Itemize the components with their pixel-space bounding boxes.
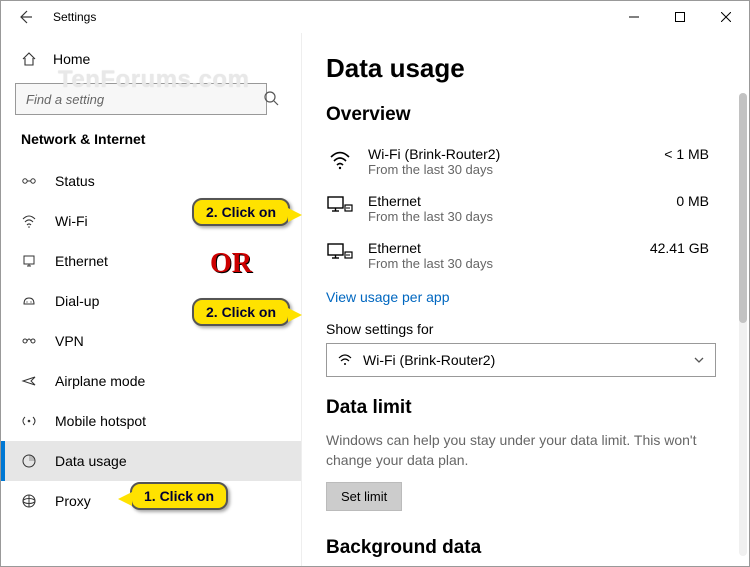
- status-icon: [21, 173, 37, 189]
- overview-name: Ethernet: [368, 193, 662, 209]
- overview-sub: From the last 30 days: [368, 256, 636, 271]
- ethernet-icon: [326, 193, 354, 221]
- maximize-button[interactable]: [657, 1, 703, 33]
- wifi-icon: [21, 213, 37, 229]
- set-limit-button[interactable]: Set limit: [326, 482, 402, 511]
- data-limit-desc: Windows can help you stay under your dat…: [326, 431, 706, 470]
- annotation-step2a: 2. Click on: [192, 198, 290, 226]
- settings-window: Settings Home Network & Internet Status: [0, 0, 750, 567]
- wifi-icon: [326, 146, 354, 174]
- window-title: Settings: [53, 10, 96, 24]
- show-settings-select[interactable]: Wi-Fi (Brink-Router2): [326, 343, 716, 377]
- overview-name: Ethernet: [368, 240, 636, 256]
- annotation-step1: 1. Click on: [130, 482, 228, 510]
- overview-heading: Overview: [326, 104, 725, 126]
- nav-label: VPN: [55, 333, 84, 349]
- hotspot-icon: [21, 413, 37, 429]
- overview-row-wifi[interactable]: Wi-Fi (Brink-Router2) From the last 30 d…: [326, 138, 725, 185]
- overview-info: Ethernet From the last 30 days: [368, 240, 636, 271]
- airplane-icon: [21, 373, 37, 389]
- titlebar-left: Settings: [1, 5, 96, 29]
- overview-row-ethernet-2[interactable]: Ethernet From the last 30 days 42.41 GB: [326, 232, 725, 279]
- show-settings-label: Show settings for: [326, 321, 725, 337]
- overview-info: Ethernet From the last 30 days: [368, 193, 662, 224]
- nav-data-usage[interactable]: Data usage: [1, 441, 301, 481]
- minimize-button[interactable]: [611, 1, 657, 33]
- search-icon: [263, 90, 279, 106]
- nav-label: Airplane mode: [55, 373, 145, 389]
- overview-sub: From the last 30 days: [368, 162, 650, 177]
- scrollbar-thumb[interactable]: [739, 93, 747, 323]
- close-button[interactable]: [703, 1, 749, 33]
- select-value: Wi-Fi (Brink-Router2): [363, 352, 495, 368]
- nav-label: Mobile hotspot: [55, 413, 146, 429]
- ethernet-icon: [21, 253, 37, 269]
- annotation-step2b: 2. Click on: [192, 298, 290, 326]
- overview-amount: < 1 MB: [664, 146, 725, 162]
- overview-sub: From the last 30 days: [368, 209, 662, 224]
- chevron-down-icon: [693, 354, 705, 366]
- background-data-heading: Background data: [326, 537, 725, 559]
- search-input[interactable]: [15, 83, 267, 115]
- nav-vpn[interactable]: VPN: [1, 321, 301, 361]
- nav-airplane[interactable]: Airplane mode: [1, 361, 301, 401]
- window-body: Home Network & Internet Status Wi-Fi Et: [1, 33, 749, 566]
- nav-label: Status: [55, 173, 95, 189]
- scrollbar[interactable]: [739, 93, 747, 556]
- arrow-left-icon: [17, 9, 33, 25]
- page-title: Data usage: [326, 53, 725, 84]
- back-button[interactable]: [13, 5, 37, 29]
- maximize-icon: [675, 12, 685, 22]
- close-icon: [721, 12, 731, 22]
- home-label: Home: [53, 51, 90, 67]
- nav-label: Data usage: [55, 453, 127, 469]
- nav-ethernet[interactable]: Ethernet: [1, 241, 301, 281]
- overview-name: Wi-Fi (Brink-Router2): [368, 146, 650, 162]
- vpn-icon: [21, 333, 37, 349]
- nav-hotspot[interactable]: Mobile hotspot: [1, 401, 301, 441]
- search-wrap: [15, 83, 287, 115]
- data-usage-icon: [21, 453, 37, 469]
- overview-amount: 0 MB: [676, 193, 725, 209]
- data-limit-heading: Data limit: [326, 397, 725, 419]
- window-controls: [611, 1, 749, 33]
- annotation-or: OR: [210, 248, 252, 280]
- wifi-icon: [337, 352, 353, 368]
- overview-amount: 42.41 GB: [650, 240, 725, 256]
- nav-label: Proxy: [55, 493, 91, 509]
- proxy-icon: [21, 493, 37, 509]
- overview-info: Wi-Fi (Brink-Router2) From the last 30 d…: [368, 146, 650, 177]
- nav-label: Wi-Fi: [55, 213, 88, 229]
- overview-row-ethernet-1[interactable]: Ethernet From the last 30 days 0 MB: [326, 185, 725, 232]
- nav-label: Dial-up: [55, 293, 99, 309]
- nav-label: Ethernet: [55, 253, 108, 269]
- dialup-icon: [21, 293, 37, 309]
- nav-status[interactable]: Status: [1, 161, 301, 201]
- home-icon: [21, 51, 37, 67]
- ethernet-icon: [326, 240, 354, 268]
- titlebar: Settings: [1, 1, 749, 33]
- view-usage-link[interactable]: View usage per app: [326, 289, 450, 305]
- content-pane: Data usage Overview Wi-Fi (Brink-Router2…: [301, 33, 749, 566]
- home-link[interactable]: Home: [1, 41, 301, 77]
- minimize-icon: [629, 12, 639, 22]
- category-heading: Network & Internet: [1, 129, 301, 161]
